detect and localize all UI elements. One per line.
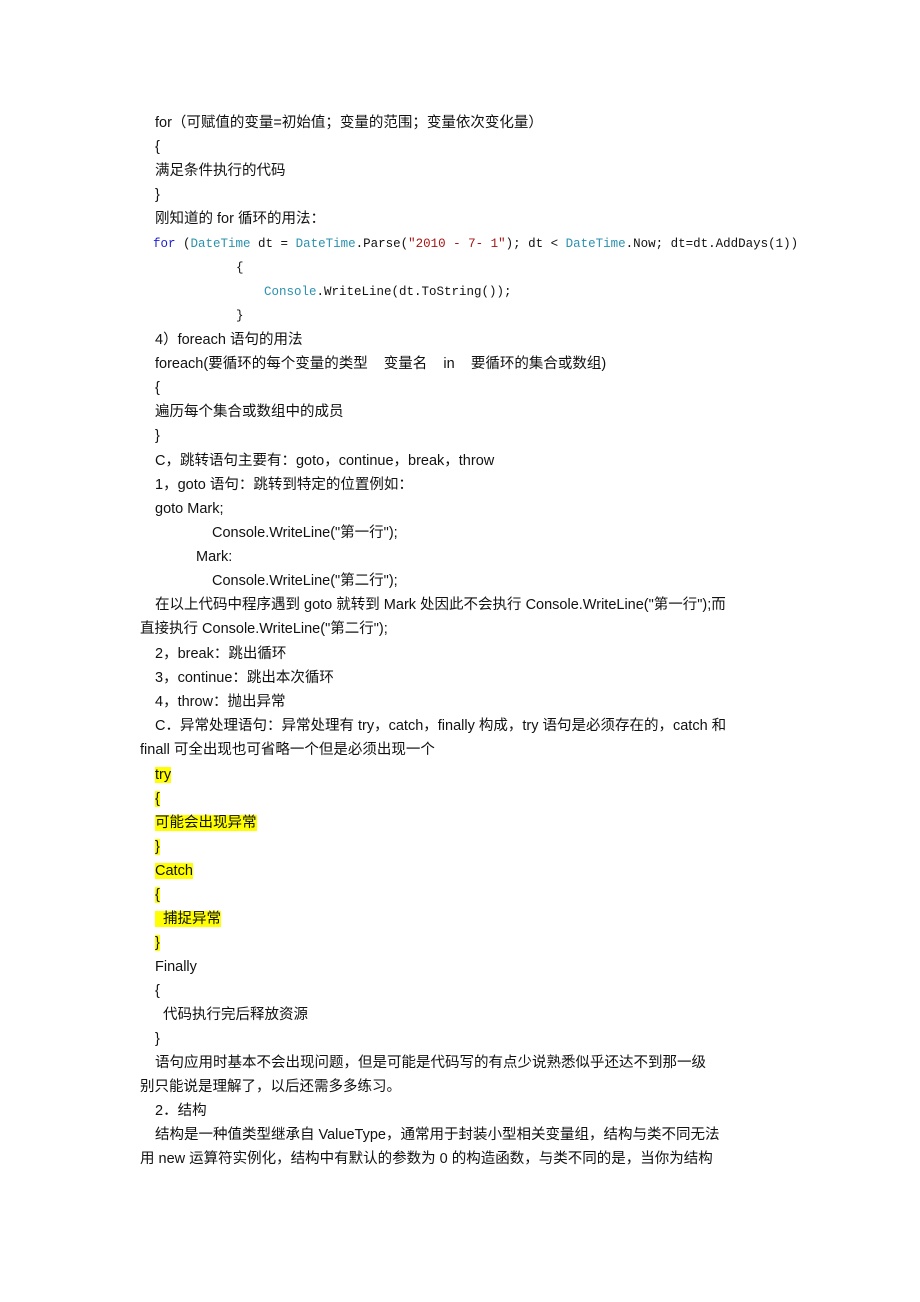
code-text: dt =	[250, 237, 296, 251]
code-for-line: for (DateTime dt = DateTime.Parse("2010 …	[153, 234, 798, 254]
code-writeline-line: Console.WriteLine(dt.ToString());	[264, 282, 512, 302]
catch-keyword: Catch	[155, 861, 193, 881]
catch-body: 捕捉异常	[155, 909, 222, 929]
code-brace-close: }	[236, 309, 244, 323]
try-keyword: try	[155, 765, 172, 785]
goto-line2: Console.WriteLine("第二行");	[212, 573, 398, 589]
foreach-body: 遍历每个集合或数组中的成员	[155, 404, 344, 420]
goto-mark: goto Mark;	[155, 501, 224, 517]
try-body: 可能会出现异常	[155, 813, 257, 833]
brace-open: {	[155, 885, 160, 905]
finally-body: 代码执行完后释放资源	[155, 1007, 309, 1023]
brace-open: {	[155, 380, 160, 396]
highlighted-text: {	[155, 887, 160, 903]
highlighted-text: }	[155, 935, 160, 951]
struct-para-2: 用 new 运算符实例化，结构中有默认的参数为 0 的构造函数，与类不同的是，当…	[140, 1151, 713, 1167]
brace-close: }	[155, 428, 160, 444]
brace-close: }	[155, 187, 160, 203]
code-text: .Now; dt=dt.AddDays(1))	[625, 237, 799, 251]
exception-heading-2: finall 可全出现也可省略一个但是必须出现一个	[140, 742, 435, 758]
for-example-intro: 刚知道的 for 循环的用法：	[155, 211, 325, 227]
code-keyword: for	[153, 237, 176, 251]
highlighted-text: }	[155, 839, 160, 855]
code-type: DateTime	[295, 237, 356, 251]
break-item: 2，break：跳出循环	[155, 646, 287, 662]
summary-2: 别只能说是理解了，以后还需多多练习。	[140, 1079, 401, 1095]
goto-label: Mark:	[196, 549, 233, 565]
code-text: .WriteLine(dt.ToString());	[316, 285, 512, 299]
throw-item: 4，throw：抛出异常	[155, 694, 286, 710]
highlighted-text: {	[155, 791, 160, 807]
for-body-line: 满足条件执行的代码	[155, 163, 286, 179]
brace-close: }	[155, 1031, 160, 1047]
goto-explain-2: 直接执行 Console.WriteLine("第二行");	[140, 621, 388, 637]
code-string: "2010 - 7- 1"	[408, 237, 506, 251]
finally-keyword: Finally	[155, 959, 197, 975]
highlighted-text: Catch	[155, 863, 193, 879]
brace-close: }	[155, 837, 160, 857]
code-brace-open: {	[236, 261, 244, 275]
code-type: Console	[264, 285, 317, 299]
brace-open: {	[155, 139, 160, 155]
goto-line1: Console.WriteLine("第一行");	[212, 525, 398, 541]
code-text: ); dt <	[505, 237, 566, 251]
goto-heading: 1，goto 语句：跳转到特定的位置例如：	[155, 477, 413, 493]
summary-1: 语句应用时基本不会出现问题，但是可能是代码写的有点少说熟悉似乎还达不到那一级	[155, 1055, 706, 1071]
code-text: .Parse(	[355, 237, 409, 251]
code-type: DateTime	[190, 237, 251, 251]
foreach-syntax: foreach(要循环的每个变量的类型 变量名 in 要循环的集合或数组)	[155, 356, 607, 372]
code-text: (	[175, 237, 191, 251]
exception-heading-1: C．异常处理语句：异常处理有 try，catch，finally 构成，try …	[155, 718, 727, 734]
brace-open: {	[155, 789, 160, 809]
for-syntax-line: for（可赋值的变量=初始值；变量的范围；变量依次变化量）	[155, 115, 543, 131]
brace-close: }	[155, 933, 160, 953]
struct-para-1: 结构是一种值类型继承自 ValueType，通常用于封装小型相关变量组，结构与类…	[155, 1127, 720, 1143]
brace-open: {	[155, 983, 160, 999]
highlighted-text: 可能会出现异常	[155, 815, 257, 831]
code-type: DateTime	[565, 237, 626, 251]
highlighted-text: 捕捉异常	[155, 911, 222, 927]
jump-heading: C，跳转语句主要有：goto，continue，break，throw	[155, 453, 495, 469]
struct-heading: 2．结构	[155, 1103, 207, 1119]
goto-explain-1: 在以上代码中程序遇到 goto 就转到 Mark 处因此不会执行 Console…	[155, 597, 726, 613]
foreach-heading: 4）foreach 语句的用法	[155, 332, 303, 348]
highlighted-text: try	[155, 767, 172, 783]
continue-item: 3，continue：跳出本次循环	[155, 670, 334, 686]
